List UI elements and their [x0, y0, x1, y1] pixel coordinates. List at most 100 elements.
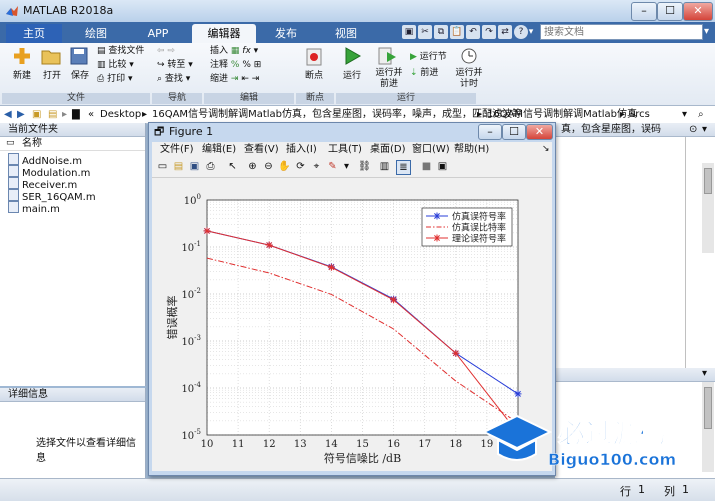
path-segment-desktop[interactable]: Desktop	[100, 106, 141, 123]
maximize-button[interactable]: ☐	[657, 2, 683, 21]
link-plot-icon[interactable]: ⛓	[358, 160, 371, 173]
path-segment-project[interactable]: 16QAM信号调制解调Matlab仿真，包含星座图，误码率，噪声，成型，匹配滤波…	[152, 106, 522, 123]
path-segment-srcs[interactable]: srcs	[630, 106, 650, 123]
panel-collapse-icon[interactable]: ▾	[702, 123, 707, 136]
redo-quick-icon[interactable]: ↷	[482, 25, 496, 39]
tab-apps[interactable]: APP	[130, 24, 186, 43]
zoom-in-icon[interactable]: ⊕	[246, 160, 259, 173]
figure-minimize-button[interactable]: –	[478, 124, 502, 140]
back-arrow-icon[interactable]: ◀	[4, 106, 12, 123]
file-item[interactable]: main.m	[8, 201, 60, 215]
menu-view[interactable]: 查看(V)	[244, 142, 279, 157]
insert-legend-icon[interactable]: ≣	[396, 160, 411, 175]
rotate-3d-icon[interactable]: ⟳	[294, 160, 307, 173]
file-item[interactable]: SER_16QAM.m	[8, 189, 96, 203]
find-button[interactable]: ⌕ 查找 ▾	[157, 73, 190, 86]
compare-label: 比较	[108, 60, 127, 70]
x-axis-label: 符号信噪比 /dB	[324, 452, 401, 465]
tab-view[interactable]: 视图	[318, 24, 374, 43]
filter-dropdown-icon[interactable]: ▾	[704, 26, 714, 39]
path-overflow-icon[interactable]: «	[88, 106, 94, 123]
panel-menu-icon[interactable]: ⊙	[689, 123, 697, 136]
tab-publish[interactable]: 发布	[258, 24, 314, 43]
name-column-header[interactable]: 名称	[0, 137, 145, 151]
undo-quick-icon[interactable]: ↶	[466, 25, 480, 39]
zoom-out-icon[interactable]: ⊖	[262, 160, 275, 173]
menu-help[interactable]: 帮助(H)	[454, 142, 489, 157]
minimize-button[interactable]: –	[631, 2, 657, 21]
tab-home[interactable]: 主页	[6, 24, 62, 43]
file-item[interactable]: AddNoise.m	[8, 153, 82, 167]
menu-edit[interactable]: 编辑(E)	[202, 142, 236, 157]
new-button[interactable]: 新建	[5, 68, 39, 81]
search-documentation-input[interactable]: 搜索文档	[540, 24, 703, 40]
run-and-time-button[interactable]: 运行并 计时	[450, 68, 488, 90]
run-icon	[345, 47, 362, 65]
expand-icon[interactable]: ▭	[6, 137, 15, 149]
tab-editor[interactable]: 编辑器	[192, 24, 256, 43]
comment-button[interactable]: 注释 % % ⊞	[210, 59, 261, 72]
run-and-advance-button[interactable]: 运行并 前进	[370, 68, 408, 90]
forward-arrow-icon[interactable]: ▶	[17, 106, 25, 123]
indent-button[interactable]: 缩进 ⇥ ⇤ ⇥	[210, 73, 259, 86]
menu-window[interactable]: 窗口(W)	[412, 142, 450, 157]
figure-close-button[interactable]: ✕	[526, 124, 553, 140]
find-files-button[interactable]: ▤ 查找文件	[97, 45, 144, 58]
back-forward-icon[interactable]: ⇦ ⇨	[157, 45, 175, 58]
run-button[interactable]: 运行	[334, 68, 370, 81]
y-tick-label: 10-5	[181, 428, 201, 442]
save-quick-icon[interactable]: ▣	[402, 25, 416, 39]
matlab-logo-icon	[6, 6, 18, 16]
menu-dock-icon[interactable]: ↘	[542, 142, 550, 157]
save-button[interactable]: 保存	[63, 68, 97, 81]
scroll-thumb[interactable]	[704, 168, 712, 194]
x-tick-label: 15	[356, 439, 369, 450]
figure-maximize-button[interactable]: ☐	[502, 124, 526, 140]
run-section-button[interactable]: ▶ 运行节	[410, 51, 447, 64]
new-figure-icon[interactable]: ▭	[156, 160, 169, 173]
goto-button[interactable]: ↪ 转至 ▾	[157, 59, 193, 72]
editor-scrollbar[interactable]	[702, 163, 714, 253]
data-cursor-icon[interactable]: ⌖	[310, 160, 323, 173]
path-segment-sim[interactable]: 16QAM信号调制解调Matlab仿真	[487, 106, 637, 123]
hide-plot-tools-icon[interactable]: ■	[420, 160, 433, 173]
insert-colorbar-icon[interactable]: ▥	[378, 160, 391, 173]
save-figure-icon[interactable]: ▣	[188, 160, 201, 173]
menu-desktop[interactable]: 桌面(D)	[370, 142, 406, 157]
file-item[interactable]: Receiver.m	[8, 177, 77, 191]
panel-collapse-icon[interactable]: ▾	[702, 368, 707, 379]
m-file-icon	[8, 153, 19, 165]
select-pointer-icon[interactable]: ↖	[226, 160, 239, 173]
menu-insert[interactable]: 插入(I)	[286, 142, 317, 157]
insert-button[interactable]: 插入 ▦ fx ▾	[210, 45, 258, 58]
address-dropdown-icon[interactable]: ▾	[682, 106, 687, 123]
print-figure-icon[interactable]: ⎙	[204, 160, 217, 173]
up-folder-icon[interactable]: ▣	[32, 106, 41, 123]
quick-access-dropdown-icon[interactable]: ▾	[526, 25, 536, 39]
tab-plots[interactable]: 绘图	[68, 24, 124, 43]
close-button[interactable]: ✕	[683, 2, 713, 21]
brush-icon[interactable]: ✎	[326, 160, 339, 173]
file-item[interactable]: Modulation.m	[8, 165, 90, 179]
copy-quick-icon[interactable]: ⧉	[434, 25, 448, 39]
path-dropdown-icon[interactable]: ▸	[62, 106, 67, 123]
advance-button[interactable]: ⇣ 前进	[410, 67, 438, 80]
menu-file[interactable]: 文件(F)	[160, 142, 194, 157]
switch-window-icon[interactable]: ⇄	[498, 25, 512, 39]
search-icon[interactable]: ⌕	[688, 26, 702, 39]
compare-button[interactable]: ▥ 比较 ▾	[97, 59, 134, 72]
menu-tools[interactable]: 工具(T)	[328, 142, 362, 157]
brush-dropdown-icon[interactable]: ▾	[340, 160, 353, 173]
editor-background-panel: 真，包含星座图，误码 ⊙ ▾	[555, 123, 715, 368]
address-search-icon[interactable]: ⌕	[698, 106, 704, 123]
cut-quick-icon[interactable]: ✂	[418, 25, 432, 39]
print-button[interactable]: ⎙ 打印 ▾	[97, 73, 132, 86]
uncomment-icon: ⊞	[253, 60, 262, 70]
pan-hand-icon[interactable]: ✋	[278, 160, 291, 173]
editor-tab-overflow[interactable]: 真，包含星座图，误码 ⊙ ▾	[555, 123, 715, 137]
breakpoints-button[interactable]: 断点	[296, 68, 332, 81]
open-file-icon[interactable]: ▤	[172, 160, 185, 173]
paste-quick-icon[interactable]: 📋	[450, 25, 464, 39]
browse-folder-icon[interactable]: ▤	[48, 106, 57, 123]
show-plot-tools-icon[interactable]: ▣	[436, 160, 449, 173]
